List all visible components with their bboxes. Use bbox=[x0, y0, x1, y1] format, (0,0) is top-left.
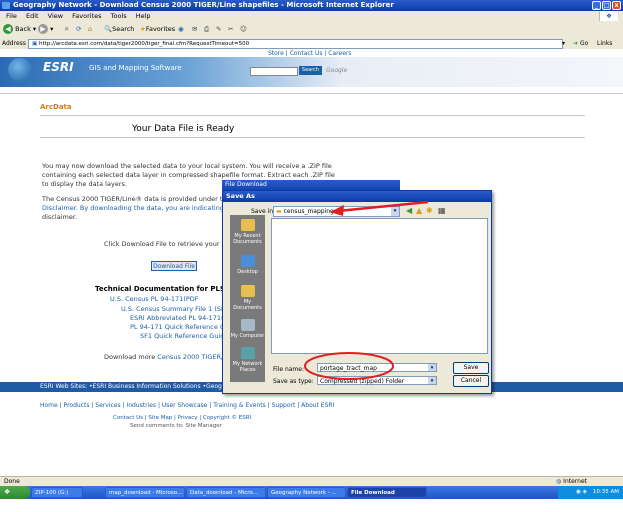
taskbar-item-zip[interactable]: ZIP-100 (G:) bbox=[31, 487, 83, 498]
taskbar-item-map-download[interactable]: map_download - Microso... bbox=[105, 487, 185, 498]
annotation-ellipse bbox=[304, 352, 394, 380]
taskbar-item-data-download[interactable]: Data_download - Micro... bbox=[186, 487, 266, 498]
taskbar-item-geography-network[interactable]: Geography Network - ... bbox=[267, 487, 346, 498]
tray-icon: ◉ ◈ bbox=[576, 489, 587, 495]
clock: 10:35 AM bbox=[592, 489, 619, 495]
start-button[interactable]: ❖ Start bbox=[0, 486, 30, 509]
taskbar: ❖ Start ZIP-100 (G:) map_download - Micr… bbox=[0, 486, 623, 509]
windows-flag-icon: ❖ bbox=[4, 488, 11, 496]
system-tray: ◉ ◈ 10:35 AM bbox=[558, 486, 623, 499]
taskbar-item-file-download[interactable]: File Download bbox=[347, 487, 427, 498]
annotation-arrow-line bbox=[337, 200, 429, 213]
annotation-arrow-head bbox=[330, 205, 344, 216]
annotation-overlay bbox=[304, 200, 429, 380]
